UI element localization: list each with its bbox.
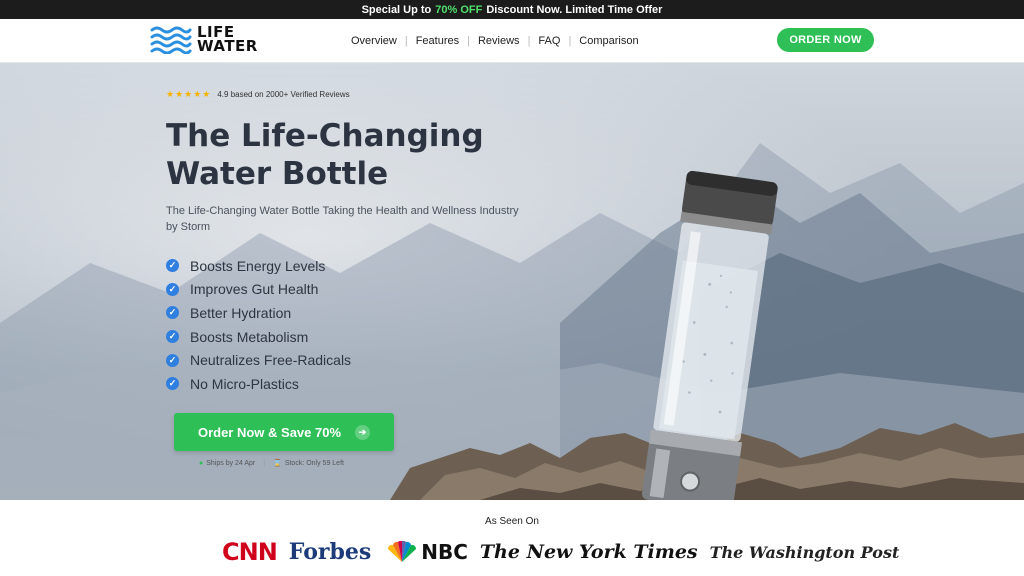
arrow-right-icon: ➔ [355,424,371,440]
info-divider: | [263,459,266,467]
rating-summary: ★★★★★ 4.9 based on 2000+ Verified Review… [166,89,350,100]
nav-item-faq[interactable]: FAQ [538,35,560,47]
brand-name: LIFE WATER [197,25,258,55]
promo-bar: Special Up to 70% OFF Discount Now. Limi… [0,0,1024,19]
hero-headline: The Life-Changing Water Bottle [166,117,566,193]
list-item: ✓ Improves Gut Health [166,278,351,302]
list-item: ✓ Boosts Energy Levels [166,254,351,278]
nav-item-features[interactable]: Features [416,35,459,47]
headline-line-1: The Life-Changing [166,118,484,154]
benefit-label: Boosts Energy Levels [190,257,326,274]
check-icon: ✓ [166,282,179,296]
nav-divider: | [404,35,408,47]
list-item: ✓ Neutralizes Free-Radicals [166,348,351,372]
hero-section: ★★★★★ 4.9 based on 2000+ Verified Review… [0,63,1024,500]
check-icon: ✓ [166,259,179,273]
nyt-logo: The New York Times [479,541,698,563]
cta-label: Order Now & Save 70% [197,424,342,440]
waves-logo-icon [150,26,192,54]
nav-divider: | [568,35,572,47]
rating-stars: ★★★★★ [166,89,212,99]
rating-text: 4.9 based on 2000+ Verified Reviews [217,90,350,99]
check-icon: ✓ [166,306,179,320]
benefit-list: ✓ Boosts Energy Levels ✓ Improves Gut Heal… [166,254,351,396]
check-icon: ✓ [166,330,179,344]
brand-logo[interactable]: LIFE WATER [150,24,258,54]
promo-text-after: Discount Now. Limited Time Offer [486,3,663,16]
hero-subline: The Life-Changing Water Bottle Taking th… [166,205,519,233]
benefit-label: No Micro-Plastics [190,375,299,392]
order-now-button[interactable]: ORDER NOW [777,28,874,52]
benefit-label: Neutralizes Free-Radicals [190,352,352,369]
washington-post-logo: The Washington Post [709,542,900,562]
shipping-stock-info: ● Ships by 24 Apr | ⌛ Stock: Only 59 Lef… [199,459,344,468]
benefit-label: Better Hydration [190,304,292,321]
benefit-label: Improves Gut Health [190,281,319,298]
check-icon: ✓ [166,377,179,391]
brand-line-2: WATER [197,37,258,55]
nav-divider: | [467,35,470,47]
shipping-dot-icon: ● [199,459,204,467]
as-seen-on-title: As Seen On [485,516,539,527]
nav-divider: | [527,35,531,47]
list-item: ✓ Boosts Metabolism [166,325,351,349]
nav-item-overview[interactable]: Overview [351,35,397,47]
order-now-save-button[interactable]: Order Now & Save 70% ➔ [174,413,394,451]
nav-item-comparison[interactable]: Comparison [579,35,638,47]
forbes-logo: Forbes [288,539,372,565]
nav-item-reviews[interactable]: Reviews [478,35,520,47]
press-logos: CNN Forbes NBC The New York Times The Wa… [222,537,899,567]
stock-text: Stock: Only 59 Left [284,459,344,467]
benefit-label: Boosts Metabolism [190,328,309,345]
cnn-logo: CNN [222,538,278,566]
list-item: ✓ Better Hydration [166,301,351,325]
top-navigation: LIFE WATER Overview | Features | Reviews… [0,19,1024,63]
list-item: ✓ No Micro-Plastics [166,372,351,396]
ships-text: Ships by 24 Apr [206,459,256,467]
nav-menu: Overview | Features | Reviews | FAQ | Co… [351,19,639,63]
promo-highlight: 70% OFF [435,3,483,16]
check-icon: ✓ [166,353,179,367]
headline-line-2: Water Bottle [166,156,389,192]
hourglass-icon: ⌛ [273,460,282,467]
nbc-logo-text: NBC [421,540,468,564]
as-seen-on-section: As Seen On CNN Forbes NBC The New York T… [0,500,1024,576]
promo-text-before: Special Up to [361,3,432,16]
nbc-logo: NBC [385,540,468,564]
peacock-icon [388,541,417,562]
water-bottle-image [641,170,778,500]
